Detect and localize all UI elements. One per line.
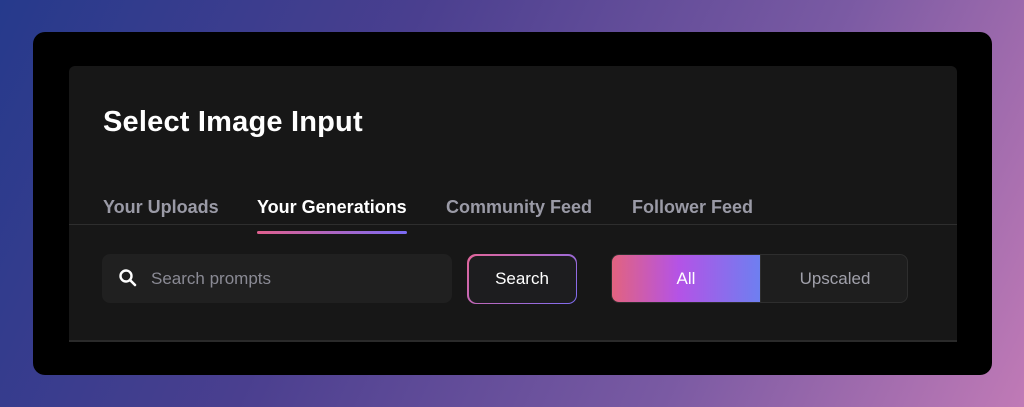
tab-your-uploads[interactable]: Your Uploads: [103, 196, 219, 234]
divider: [69, 340, 957, 342]
select-image-input-dialog: Select Image Input Your Uploads Your Gen…: [69, 66, 957, 342]
modal-frame: Select Image Input Your Uploads Your Gen…: [33, 32, 992, 375]
tab-community-feed[interactable]: Community Feed: [446, 196, 592, 234]
filter-toggle: All Upscaled: [611, 254, 908, 303]
tab-your-generations[interactable]: Your Generations: [257, 196, 407, 234]
dialog-title: Select Image Input: [103, 106, 363, 138]
filter-option-all[interactable]: All: [612, 255, 760, 302]
filter-option-upscaled[interactable]: Upscaled: [760, 255, 907, 302]
search-prompts-input[interactable]: [151, 254, 441, 303]
search-icon: [118, 268, 138, 288]
tab-bar: Your Uploads Your Generations Community …: [69, 186, 957, 234]
tab-follower-feed[interactable]: Follower Feed: [632, 196, 753, 234]
search-button[interactable]: Search: [468, 255, 576, 303]
search-box: [102, 254, 452, 303]
search-button-border: Search: [467, 254, 577, 304]
